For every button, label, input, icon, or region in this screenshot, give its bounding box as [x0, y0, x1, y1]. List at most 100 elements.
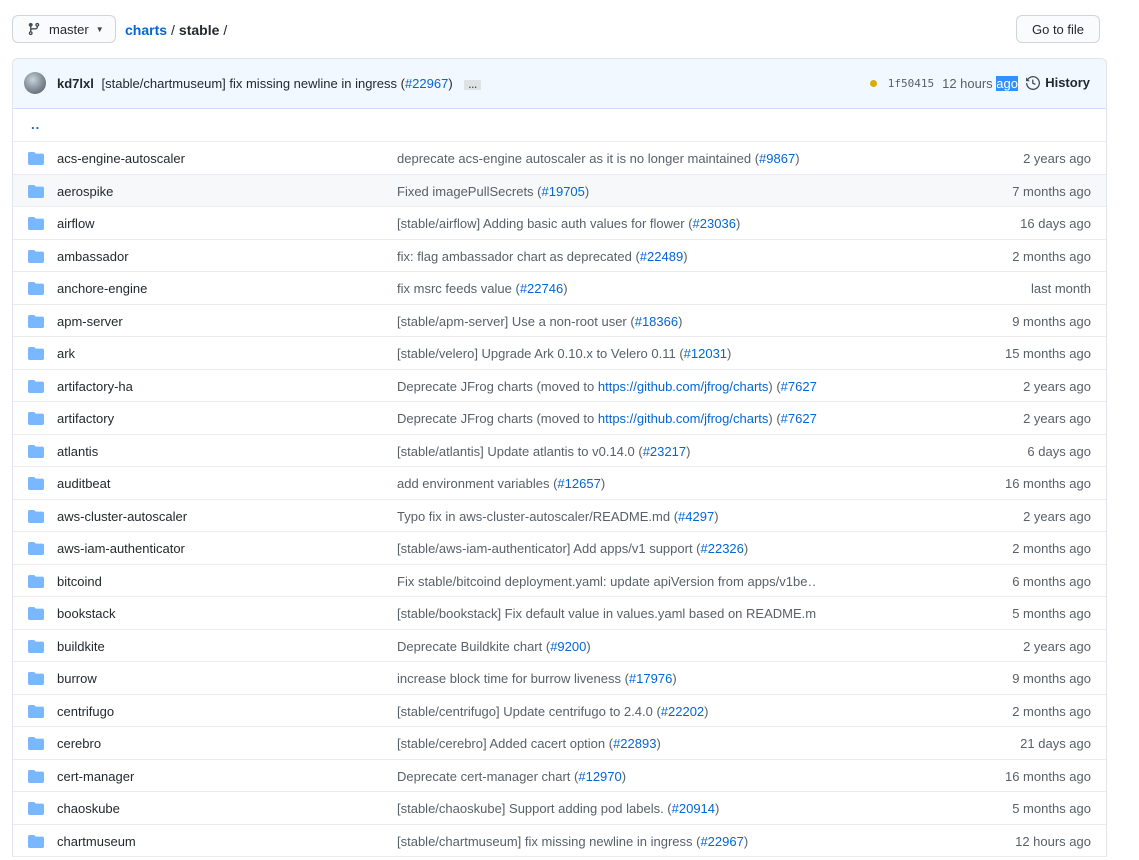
breadcrumb-repo-link[interactable]: charts — [125, 22, 167, 38]
commit-message-text[interactable]: [stable/aws-iam-authenticator] Add apps/… — [397, 541, 701, 556]
table-row[interactable]: atlantis [stable/atlantis] Update atlanti… — [13, 435, 1106, 467]
table-row[interactable]: ambassador fix: flag ambassador chart as … — [13, 240, 1106, 272]
external-link[interactable]: https://github.com/jfrog/charts — [598, 411, 769, 426]
commit-message-text[interactable]: Fixed imagePullSecrets ( — [397, 184, 542, 199]
commit-pr-link[interactable]: #18366 — [635, 314, 678, 329]
commit-message-text[interactable]: [stable/velero] Upgrade Ark 0.10.x to Ve… — [397, 346, 684, 361]
commit-message-text[interactable]: Deprecate JFrog charts (moved to — [397, 379, 598, 394]
folder-name-link[interactable]: aerospike — [57, 184, 113, 199]
commit-message-text[interactable]: fix: flag ambassador chart as deprecated… — [397, 249, 640, 264]
pending-status-icon[interactable] — [869, 80, 877, 87]
folder-name-link[interactable]: aws-cluster-autoscaler — [57, 509, 187, 524]
commit-pr-link[interactable]: #22967 — [700, 834, 743, 849]
commit-pr-link[interactable]: #7627 — [781, 379, 817, 394]
folder-name-link[interactable]: bitcoind — [57, 574, 102, 589]
folder-name-link[interactable]: anchore-engine — [57, 281, 147, 296]
commit-message-text[interactable]: [stable/bookstack] Fix default value in … — [397, 606, 817, 621]
commit-message-text[interactable]: deprecate acs-engine autoscaler as it is… — [397, 151, 759, 166]
folder-name-link[interactable]: ambassador — [57, 249, 129, 264]
commit-pr-link[interactable]: #22746 — [520, 281, 563, 296]
table-row[interactable]: anchore-engine fix msrc feeds value (#227… — [13, 272, 1106, 305]
commit-pr-link[interactable]: #12970 — [578, 769, 621, 784]
commit-message-text[interactable]: [stable/centrifugo] Update centrifugo to… — [397, 704, 661, 719]
commit-pr-link[interactable]: #12031 — [684, 346, 727, 361]
go-to-file-button[interactable]: Go to file — [1016, 15, 1100, 43]
table-row[interactable]: cert-manager Deprecate cert-manager chart… — [13, 760, 1106, 792]
table-row[interactable]: airflow [stable/airflow] Adding basic aut… — [13, 207, 1106, 240]
avatar[interactable] — [24, 72, 46, 94]
commit-message-text[interactable]: [stable/chartmuseum] fix missing newline… — [397, 834, 700, 849]
external-link[interactable]: https://github.com/jfrog/charts — [598, 379, 769, 394]
table-row[interactable]: bookstack [stable/bookstack] Fix default … — [13, 597, 1106, 630]
commit-message-text[interactable]: Deprecate JFrog charts (moved to — [397, 411, 598, 426]
commit-pr-link[interactable]: #23217 — [643, 444, 686, 459]
commit-message-text[interactable]: increase block time for burrow liveness … — [397, 671, 629, 686]
folder-name-link[interactable]: apm-server — [57, 314, 123, 329]
table-row[interactable]: aerospike Fixed imagePullSecrets (#19705)… — [13, 174, 1106, 207]
commit-message-text[interactable]: Deprecate cert-manager chart ( — [397, 769, 578, 784]
commit-author-link[interactable]: kd7lxl — [57, 76, 94, 91]
table-row[interactable]: aws-cluster-autoscaler Typo fix in aws-cl… — [13, 500, 1106, 532]
table-row[interactable]: acs-engine-autoscaler deprecate acs-engin… — [13, 142, 1106, 175]
folder-name-link[interactable]: acs-engine-autoscaler — [57, 151, 185, 166]
commit-message-text[interactable]: fix msrc feeds value ( — [397, 281, 520, 296]
commit-pr-link[interactable]: #20914 — [672, 801, 715, 816]
folder-name-link[interactable]: chaoskube — [57, 801, 120, 816]
table-row[interactable]: bitcoind Fix stable/bitcoind deployment.y… — [13, 565, 1106, 597]
table-row[interactable]: chaoskube [stable/chaoskube] Support addi… — [13, 792, 1106, 825]
folder-name-link[interactable]: atlantis — [57, 444, 98, 459]
table-row[interactable]: centrifugo [stable/centrifugo] Update cen… — [13, 695, 1106, 727]
parent-directory-link[interactable]: .. — [31, 117, 40, 132]
commit-pr-link[interactable]: #22967 — [405, 76, 448, 91]
commit-message-text[interactable]: [stable/atlantis] Update atlantis to v0.… — [397, 444, 643, 459]
folder-name-link[interactable]: airflow — [57, 216, 95, 231]
commit-message-text[interactable]: [stable/airflow] Adding basic auth value… — [397, 216, 693, 231]
commit-pr-link[interactable]: #23036 — [693, 216, 736, 231]
commit-pr-link[interactable]: #9200 — [550, 639, 586, 654]
folder-name-link[interactable]: artifactory — [57, 411, 114, 426]
commit-pr-link[interactable]: #9867 — [759, 151, 795, 166]
commit-message-text[interactable]: Fix stable/bitcoind deployment.yaml: upd… — [397, 574, 817, 589]
commit-pr-link[interactable]: #12657 — [557, 476, 600, 491]
folder-name-link[interactable]: centrifugo — [57, 704, 114, 719]
history-link[interactable]: History — [1026, 75, 1090, 90]
folder-name-link[interactable]: cerebro — [57, 736, 101, 751]
folder-name-link[interactable]: artifactory-ha — [57, 379, 133, 394]
folder-name-link[interactable]: burrow — [57, 671, 97, 686]
table-row[interactable]: buildkite Deprecate Buildkite chart (#920… — [13, 630, 1106, 662]
folder-name-link[interactable]: bookstack — [57, 606, 116, 621]
commit-pr-link[interactable]: #7627 — [781, 411, 817, 426]
commit-pr-link[interactable]: #4297 — [678, 509, 714, 524]
commit-message-text[interactable]: add environment variables ( — [397, 476, 557, 491]
commit-message-text[interactable]: Deprecate Buildkite chart ( — [397, 639, 550, 654]
table-row[interactable]: artifactory-ha Deprecate JFrog charts (mo… — [13, 370, 1106, 402]
commit-pr-link[interactable]: #17976 — [629, 671, 672, 686]
table-row[interactable]: burrow increase block time for burrow liv… — [13, 662, 1106, 695]
expand-commit-button[interactable]: … — [464, 79, 482, 90]
folder-name-link[interactable]: buildkite — [57, 639, 105, 654]
commit-message-text[interactable]: [stable/chaoskube] Support adding pod la… — [397, 801, 672, 816]
commit-pr-link[interactable]: #22489 — [640, 249, 683, 264]
commit-pr-link[interactable]: #22202 — [661, 704, 704, 719]
commit-pr-link[interactable]: #19705 — [542, 184, 585, 199]
table-row[interactable]: cerebro [stable/cerebro] Added cacert opt… — [13, 727, 1106, 760]
commit-pr-link[interactable]: #22326 — [701, 541, 744, 556]
folder-name-link[interactable]: chartmuseum — [57, 834, 136, 849]
folder-name-link[interactable]: auditbeat — [57, 476, 111, 491]
table-row[interactable]: chartmuseum [stable/chartmuseum] fix miss… — [13, 825, 1106, 857]
folder-name-link[interactable]: cert-manager — [57, 769, 134, 784]
table-row[interactable]: artifactory Deprecate JFrog charts (moved… — [13, 402, 1106, 435]
branch-select-button[interactable]: master ▼ — [12, 15, 116, 43]
table-row[interactable]: aws-iam-authenticator [stable/aws-iam-aut… — [13, 532, 1106, 565]
table-row[interactable]: auditbeat add environment variables (#126… — [13, 467, 1106, 500]
commit-message-text[interactable]: [stable/cerebro] Added cacert option ( — [397, 736, 613, 751]
folder-name-link[interactable]: ark — [57, 346, 75, 361]
commit-pr-link[interactable]: #22893 — [613, 736, 656, 751]
table-row[interactable]: ark [stable/velero] Upgrade Ark 0.10.x to… — [13, 337, 1106, 370]
commit-message-text[interactable]: Typo fix in aws-cluster-autoscaler/READM… — [397, 509, 678, 524]
commit-message-text[interactable]: [stable/apm-server] Use a non-root user … — [397, 314, 635, 329]
commit-message-text[interactable]: [stable/chartmuseum] fix missing newline… — [101, 76, 404, 91]
commit-sha-link[interactable]: 1f50415 — [888, 77, 934, 90]
table-row[interactable]: apm-server [stable/apm-server] Use a non-… — [13, 305, 1106, 337]
folder-name-link[interactable]: aws-iam-authenticator — [57, 541, 185, 556]
